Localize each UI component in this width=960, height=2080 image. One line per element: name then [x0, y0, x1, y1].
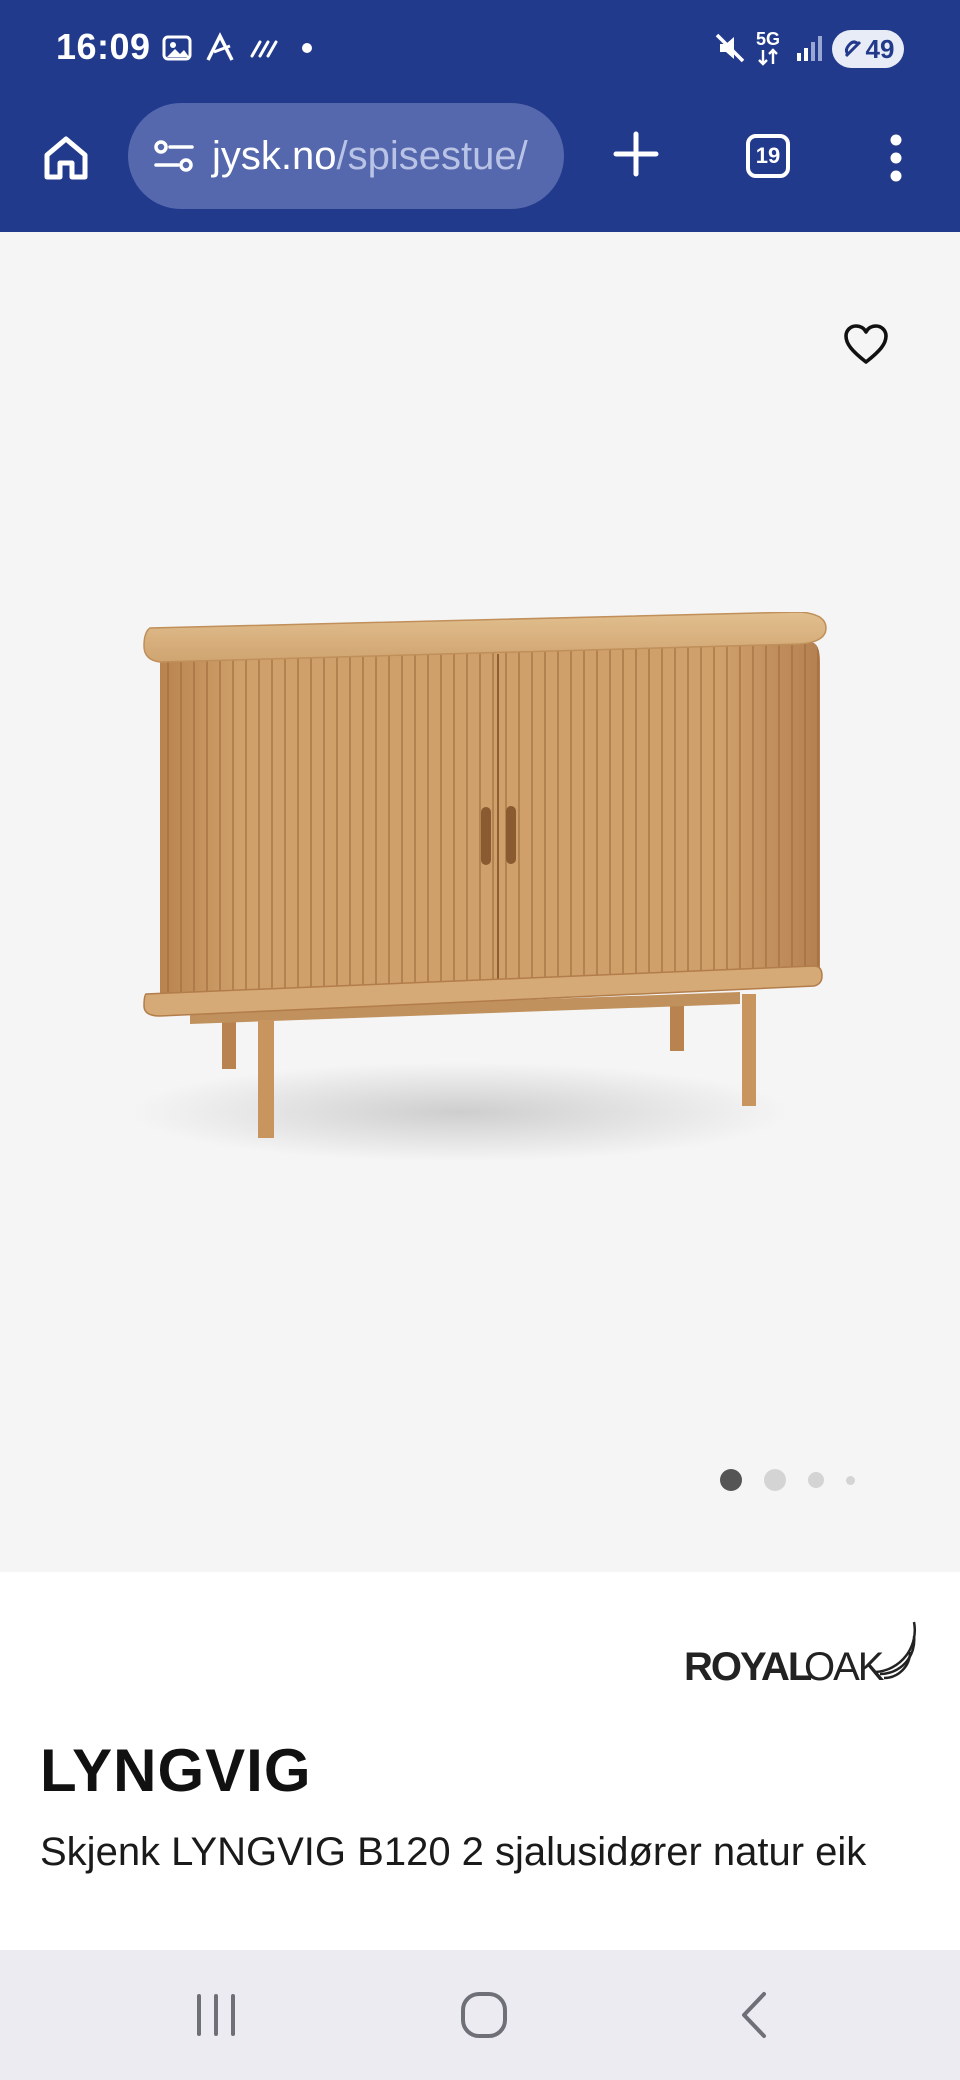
browser-menu-button[interactable]	[876, 126, 916, 190]
more-vert-icon	[890, 134, 902, 182]
tabs-icon: 19	[746, 134, 790, 178]
home-button[interactable]	[34, 126, 98, 190]
battery-icon: 49	[832, 30, 904, 68]
brand-logo-royal: ROYAL	[684, 1645, 812, 1689]
status-bar: 16:09 5G 49	[0, 0, 960, 100]
gallery-dot[interactable]	[846, 1475, 855, 1485]
back-button[interactable]	[714, 1980, 794, 2050]
heart-outline-icon	[844, 324, 888, 364]
favourite-button[interactable]	[836, 316, 896, 372]
network-label: 5G	[756, 29, 781, 49]
gallery-dot-active[interactable]	[720, 1469, 742, 1491]
gallery-dot[interactable]	[764, 1469, 786, 1491]
status-time: 16:09	[56, 26, 151, 67]
mute-icon	[712, 28, 748, 68]
product-image-gallery[interactable]	[0, 232, 960, 1572]
browser-chrome: 16:09 5G 49 jysk.no/spisestue/ 19	[0, 0, 960, 232]
home-icon	[44, 136, 88, 180]
address-bar[interactable]: jysk.no/spisestue/	[128, 103, 564, 209]
gallery-dot[interactable]	[808, 1472, 824, 1488]
signal-bars-icon	[794, 28, 824, 68]
url-path: /spisestue/	[336, 133, 528, 178]
system-nav-bar	[0, 1950, 960, 2080]
new-tab-button[interactable]	[604, 122, 668, 186]
url-text: jysk.no/spisestue/	[212, 134, 528, 179]
url-domain: jysk.no	[212, 133, 337, 178]
battery-level: 49	[865, 33, 895, 64]
dot-icon	[300, 28, 314, 68]
brand-logo-oak: OAK	[804, 1645, 885, 1689]
brand-logo[interactable]: ROYAL OAK	[684, 1614, 924, 1694]
signal-activity-icon	[248, 28, 280, 68]
back-icon	[742, 1992, 766, 2038]
tab-count: 19	[755, 143, 781, 168]
5g-icon: 5G	[756, 28, 780, 68]
tab-switcher-button[interactable]: 19	[740, 128, 796, 184]
browser-toolbar: jysk.no/spisestue/ 19	[0, 100, 960, 232]
product-image	[130, 612, 827, 1162]
gallery-pagination	[720, 1468, 877, 1492]
screenshot-icon	[160, 28, 194, 68]
plus-icon	[613, 131, 659, 177]
product-description: Skjenk LYNGVIG B120 2 sjalusidører natur…	[40, 1830, 867, 1874]
recents-icon	[197, 1994, 235, 2036]
product-info: ROYAL OAK LYNGVIG Skjenk LYNGVIG B120 2 …	[0, 1572, 960, 1950]
product-title: LYNGVIG	[40, 1737, 312, 1804]
app-notification-icon	[204, 28, 236, 68]
system-home-button[interactable]	[444, 1980, 524, 2050]
home-circle-icon	[461, 1992, 507, 2038]
recents-button[interactable]	[176, 1980, 256, 2050]
site-info-icon[interactable]	[146, 136, 202, 176]
